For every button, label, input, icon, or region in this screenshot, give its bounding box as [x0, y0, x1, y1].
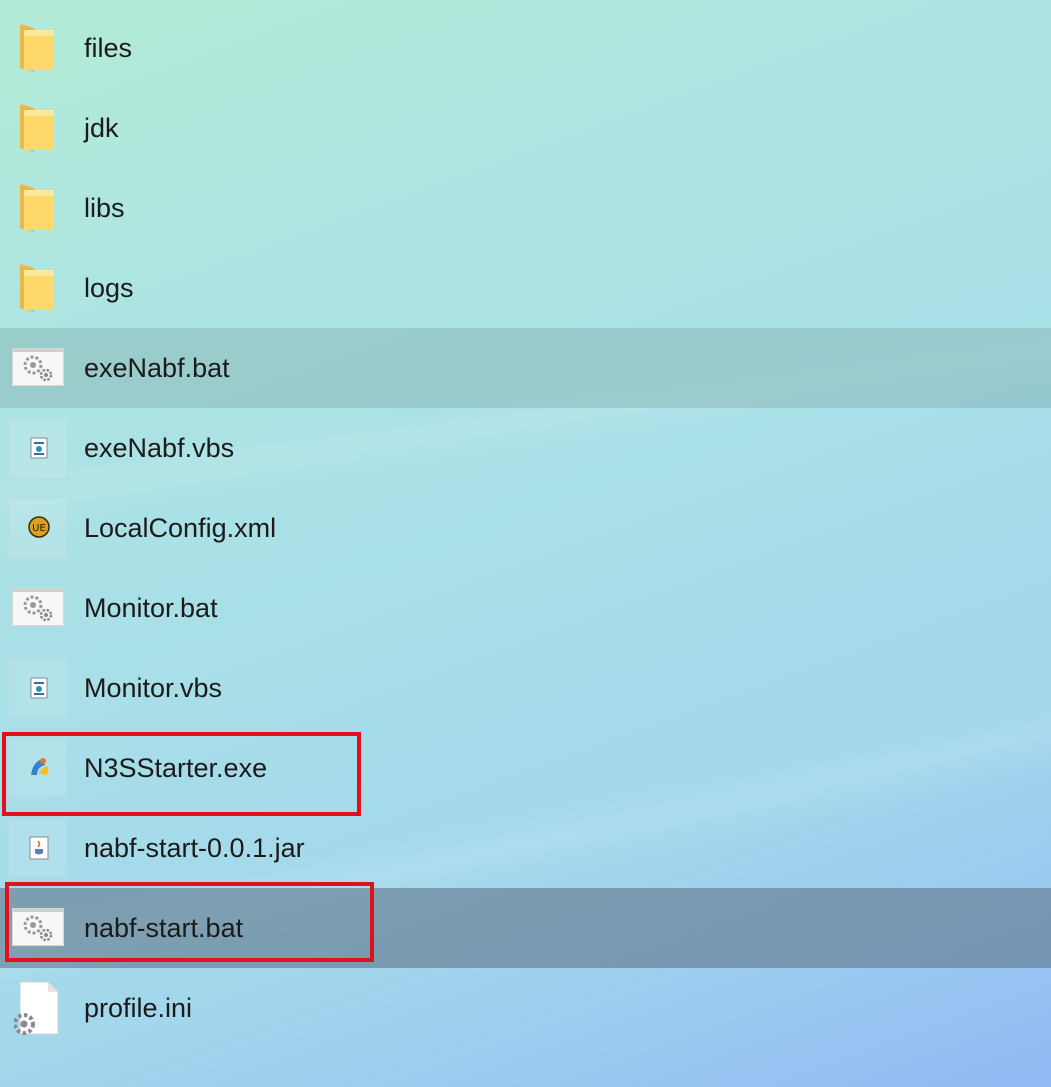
file-row-exenabf-bat[interactable]: exeNabf.bat [0, 328, 1051, 408]
ini-settings-file-icon [14, 981, 59, 1035]
exe-file-icon [8, 738, 68, 798]
file-name: LocalConfig.xml [84, 513, 277, 543]
folder-icon [20, 264, 54, 312]
vbscript-file-icon [8, 418, 68, 478]
file-list: files jdk libs logs exeNabf.bat exeNabf.… [0, 8, 1051, 1048]
svg-text:UE: UE [32, 523, 46, 534]
file-row-files[interactable]: files [0, 8, 1051, 88]
file-name: N3SStarter.exe [84, 753, 268, 783]
file-row-profile-ini[interactable]: profile.ini [0, 968, 1051, 1048]
file-row-nabf-start-jar[interactable]: nabf-start-0.0.1.jar [0, 808, 1051, 888]
file-name: nabf-start.bat [84, 913, 244, 943]
file-name: Monitor.bat [84, 593, 218, 623]
file-name: exeNabf.vbs [84, 433, 235, 463]
file-name: Monitor.vbs [84, 673, 223, 703]
file-row-jdk[interactable]: jdk [0, 88, 1051, 168]
folder-icon [20, 24, 54, 72]
file-name: profile.ini [84, 993, 193, 1023]
file-row-exenabf-vbs[interactable]: exeNabf.vbs [0, 408, 1051, 488]
folder-icon [20, 184, 54, 232]
vbscript-file-icon [8, 658, 68, 718]
batch-file-icon [12, 348, 64, 386]
folder-icon [20, 104, 54, 152]
file-name: jdk [84, 113, 119, 143]
file-name: logs [84, 273, 134, 303]
file-row-monitor-vbs[interactable]: Monitor.vbs [0, 648, 1051, 728]
batch-file-icon [12, 588, 64, 626]
file-row-n3sstarter-exe[interactable]: N3SStarter.exe [0, 728, 1051, 808]
file-name: libs [84, 193, 125, 223]
file-row-logs[interactable]: logs [0, 248, 1051, 328]
file-name: files [84, 33, 133, 63]
file-row-localconfig-xml[interactable]: UE LocalConfig.xml [0, 488, 1051, 568]
xml-file-icon: UE [8, 498, 68, 558]
batch-file-icon [12, 908, 64, 946]
file-row-nabf-start-bat[interactable]: nabf-start.bat [0, 888, 1051, 968]
file-row-libs[interactable]: libs [0, 168, 1051, 248]
file-name: nabf-start-0.0.1.jar [84, 833, 305, 863]
file-row-monitor-bat[interactable]: Monitor.bat [0, 568, 1051, 648]
file-name: exeNabf.bat [84, 353, 230, 383]
java-jar-icon [8, 818, 68, 878]
